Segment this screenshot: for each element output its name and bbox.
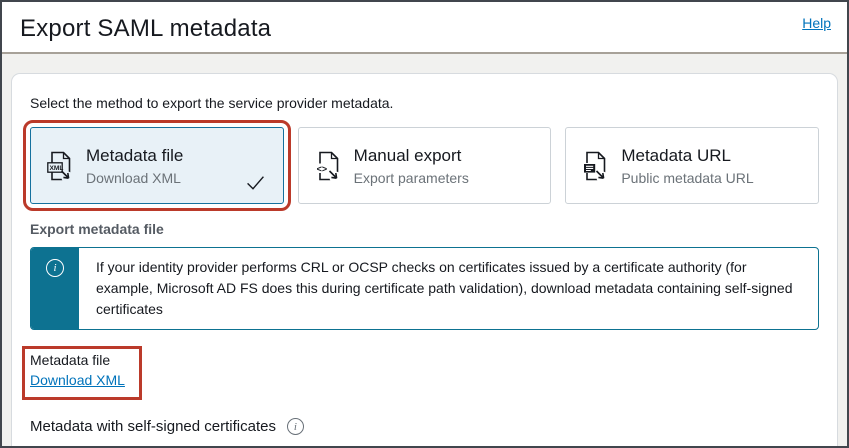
content-background: Select the method to export the service … [2, 54, 847, 446]
tile-text: Metadata URL Public metadata URL [621, 146, 753, 186]
tile-text: Metadata file Download XML [86, 146, 183, 186]
info-icon[interactable]: i [287, 418, 304, 435]
tile-metadata-file[interactable]: XML Metadata file Download XML [30, 127, 284, 204]
tile-metadata-url[interactable]: Metadata URL Public metadata URL [565, 127, 819, 204]
info-alert-text: If your identity provider performs CRL o… [79, 248, 818, 329]
section-heading: Export metadata file [30, 221, 819, 237]
download-xml-self-signed-link[interactable]: Download XML [30, 443, 125, 446]
page-title: Export SAML metadata [20, 15, 829, 43]
info-alert-strip: i [31, 248, 79, 329]
info-alert: i If your identity provider performs CRL… [30, 247, 819, 330]
help-link[interactable]: Help [802, 15, 831, 31]
tile-subtitle: Download XML [86, 170, 183, 186]
xml-file-export-icon: XML [47, 151, 73, 181]
code-file-export-icon: <> [315, 151, 341, 181]
tile-manual-export[interactable]: <> Manual export Export parameters [298, 127, 552, 204]
tile-text: Manual export Export parameters [354, 146, 469, 186]
svg-text:XML: XML [50, 165, 64, 172]
page-header: Export SAML metadata Help [2, 2, 847, 52]
tile-title: Metadata file [86, 146, 183, 166]
download-xml-link[interactable]: Download XML [30, 372, 125, 388]
svg-text:<>: <> [316, 164, 327, 174]
tile-subtitle: Export parameters [354, 170, 469, 186]
metadata-file-label: Metadata file [30, 352, 125, 368]
export-panel: Select the method to export the service … [11, 73, 838, 446]
self-signed-row: Metadata with self-signed certificates i [30, 418, 819, 435]
metadata-file-group: Metadata file Download XML [22, 346, 142, 400]
export-method-tiles: XML Metadata file Download XML [30, 127, 819, 204]
tile-title: Metadata URL [621, 146, 753, 166]
self-signed-label: Metadata with self-signed certificates [30, 418, 276, 435]
intro-text: Select the method to export the service … [30, 95, 819, 111]
tile-subtitle: Public metadata URL [621, 170, 753, 186]
checkmark-icon [244, 175, 267, 193]
list-file-export-icon [582, 151, 608, 181]
export-saml-metadata-window: Export SAML metadata Help Select the met… [0, 0, 849, 448]
info-icon: i [46, 259, 64, 277]
tile-title: Manual export [354, 146, 469, 166]
